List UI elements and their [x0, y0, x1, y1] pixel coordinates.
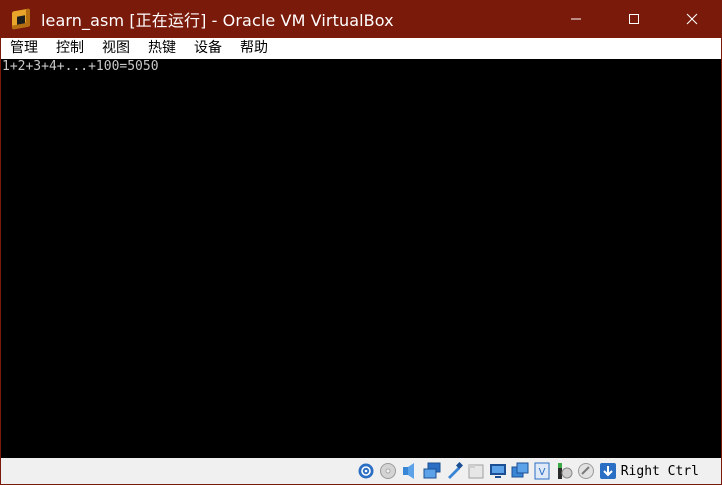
svg-text:V: V [539, 467, 546, 478]
menu-item-help[interactable]: 帮助 [231, 38, 277, 59]
host-key-icon[interactable] [577, 462, 596, 481]
maximize-button[interactable] [605, 0, 663, 38]
close-button[interactable] [663, 0, 721, 38]
shared-folders-icon[interactable] [467, 462, 486, 481]
virtualization-icon[interactable]: V [533, 462, 552, 481]
window-title: learn_asm [正在运行] - Oracle VM VirtualBox [41, 11, 394, 30]
close-icon [686, 13, 698, 25]
network-icon[interactable] [423, 462, 442, 481]
maximize-icon [629, 14, 639, 24]
recording-icon[interactable] [511, 462, 530, 481]
menu-item-machine[interactable]: 管理 [1, 38, 47, 59]
virtualbox-app-icon[interactable] [9, 6, 35, 32]
audio-icon[interactable] [401, 462, 420, 481]
menu-item-control[interactable]: 控制 [47, 38, 93, 59]
menu-item-hotkeys[interactable]: 热键 [139, 38, 185, 59]
console-output-line: 1+2+3+4+...+100=5050 [2, 59, 159, 74]
minimize-button[interactable] [547, 0, 605, 38]
window-controls [547, 0, 721, 38]
mouse-integration-icon[interactable] [555, 462, 574, 481]
host-key-arrow-icon[interactable] [599, 462, 618, 481]
vm-console-screen[interactable]: 1+2+3+4+...+100=5050 [1, 59, 721, 458]
hard-disk-icon[interactable] [357, 462, 376, 481]
virtualbox-window: learn_asm [正在运行] - Oracle VM VirtualBox [0, 0, 722, 485]
host-key-label: Right Ctrl [620, 463, 699, 479]
status-bar: V Right Ctrl [1, 458, 721, 484]
optical-drive-icon[interactable] [379, 462, 398, 481]
display-icon[interactable] [489, 462, 508, 481]
menu-item-view[interactable]: 视图 [93, 38, 139, 59]
title-bar[interactable]: learn_asm [正在运行] - Oracle VM VirtualBox [1, 0, 721, 38]
minimize-icon [571, 18, 581, 20]
menu-item-devices[interactable]: 设备 [185, 38, 231, 59]
usb-icon[interactable] [445, 462, 464, 481]
menu-bar: 管理 控制 视图 热键 设备 帮助 [1, 38, 721, 59]
